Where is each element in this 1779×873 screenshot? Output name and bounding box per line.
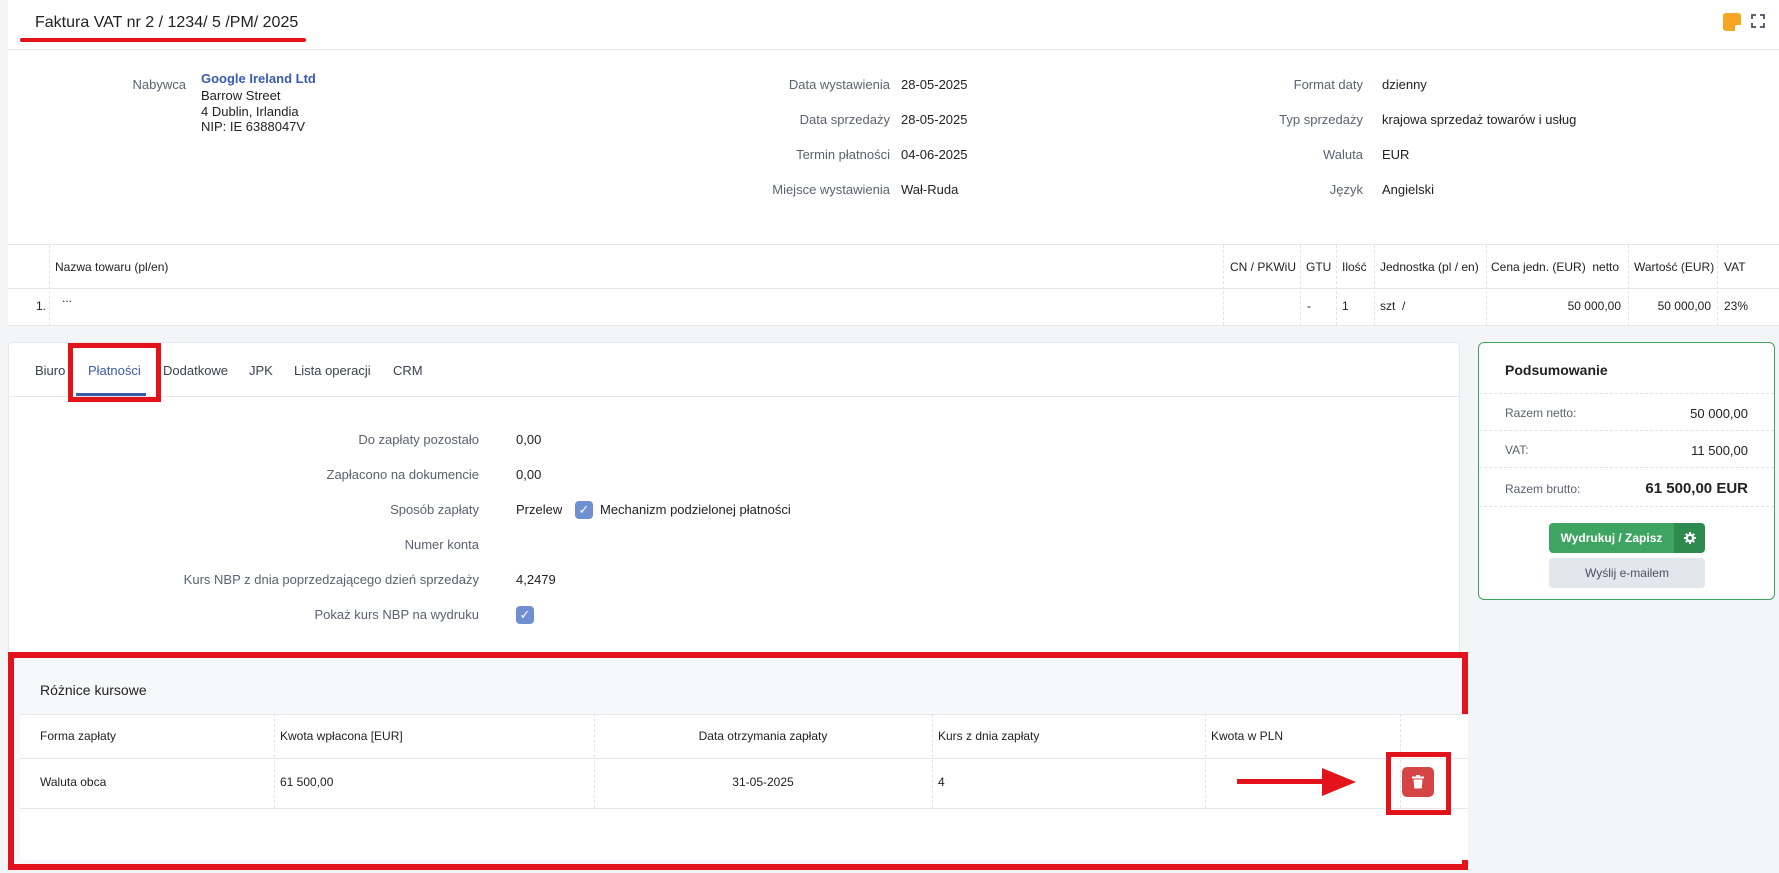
delete-row-button[interactable] (1402, 767, 1434, 797)
nbp-rate-value[interactable]: 4,2479 (516, 572, 556, 587)
invoice-header: Faktura VAT nr 2 / 1234/ 5 /PM/ 2025 (8, 0, 1779, 50)
fx-col-pln-header: Kwota w PLN (1211, 729, 1284, 743)
item-unit-cell[interactable]: szt / (1380, 299, 1405, 313)
remaining-value: 0,00 (516, 432, 542, 447)
exchange-differences-title: Różnice kursowe (40, 682, 147, 698)
tab-dodatkowe[interactable]: Dodatkowe (163, 363, 228, 378)
show-nbp-checkbox[interactable]: ✓ (516, 606, 534, 624)
vat-total-label: VAT: (1505, 443, 1529, 457)
account-number-label: Numer konta (404, 537, 479, 552)
summary-title: Podsumowanie (1505, 362, 1608, 378)
fx-row-form[interactable]: Waluta obca (40, 775, 106, 789)
item-vat-cell[interactable]: 23% (1724, 299, 1748, 313)
sale-date-value[interactable]: 28-05-2025 (901, 112, 968, 127)
issue-place-label: Miejsce wystawienia (772, 182, 890, 197)
col-gtu-header: GTU (1306, 260, 1332, 274)
send-email-button[interactable]: Wyślij e-mailem (1549, 558, 1705, 588)
col-value-header: Wartość (EUR) (1634, 260, 1715, 274)
col-vat-header: VAT (1724, 260, 1746, 274)
col-qty-header: Ilość (1342, 260, 1367, 274)
tab-jpk[interactable]: JPK (249, 363, 273, 378)
col-name-header: Nazwa towaru (pl/en) (55, 260, 169, 274)
remaining-label: Do zapłaty pozostało (358, 432, 479, 447)
buyer-label: Nabywca (132, 77, 186, 92)
due-date-label: Termin płatności (796, 147, 890, 162)
language-value[interactable]: Angielski (1382, 182, 1434, 197)
print-save-button[interactable]: Wydrukuj / Zapisz (1549, 523, 1674, 553)
buyer-nip: NIP: IE 6388047V (201, 119, 306, 134)
items-table: Nazwa towaru (pl/en) CN / PKWiU GTU Iloś… (8, 244, 1779, 326)
date-format-label: Format daty (1293, 77, 1363, 92)
sticky-note-icon[interactable] (1723, 13, 1741, 31)
date-format-value[interactable]: dzienny (1382, 77, 1427, 92)
buyer-city: 4 Dublin, Irlandia (201, 104, 299, 119)
fx-row-date[interactable]: 31-05-2025 (594, 775, 932, 789)
col-cn-header: CN / PKWiU (1230, 260, 1296, 274)
tab-crm[interactable]: CRM (393, 363, 423, 378)
gross-total-label: Razem brutto: (1505, 482, 1581, 496)
show-nbp-label: Pokaż kurs NBP na wydruku (314, 607, 480, 622)
net-total-value: 50 000,00 (1690, 406, 1748, 421)
split-payment-checkbox[interactable]: ✓ (575, 501, 593, 519)
sale-date-label: Data sprzedaży (799, 112, 890, 127)
item-value-cell: 50 000,00 (1657, 299, 1711, 313)
fx-col-form-header: Forma zapłaty (40, 729, 117, 743)
col-price-header: Cena jedn. (EUR) netto (1491, 260, 1620, 274)
paid-label: Zapłacono na dokumencie (326, 467, 480, 482)
summary-panel: Podsumowanie Razem netto: 50 000,00 VAT:… (1478, 342, 1775, 600)
item-name-cell[interactable]: ... (62, 291, 72, 305)
due-date-value[interactable]: 04-06-2025 (901, 147, 968, 162)
annotation-arrow-head (1322, 768, 1356, 796)
row-number: 1. (36, 299, 47, 313)
tab-biuro[interactable]: Biuro (35, 363, 65, 378)
tab-annotation-box (68, 343, 161, 402)
print-settings-button[interactable] (1674, 523, 1705, 553)
trash-icon (1412, 775, 1424, 789)
fx-col-date-header: Data otrzymania zapłaty (698, 729, 828, 743)
item-gtu-cell[interactable]: - (1307, 299, 1311, 313)
fx-col-amount-header: Kwota wpłacona [EUR] (280, 729, 403, 743)
col-unit-header: Jednostka (pl / en) (1380, 260, 1479, 274)
fx-row-amount[interactable]: 61 500,00 (280, 775, 333, 789)
nbp-rate-label: Kurs NBP z dnia poprzedzającego dzień sp… (183, 572, 479, 587)
fx-row-rate[interactable]: 4 (938, 775, 945, 789)
exchange-differences-table: Forma zapłaty Kwota wpłacona [EUR] Data … (20, 714, 1468, 860)
issue-place-value[interactable]: Wał-Ruda (901, 182, 958, 197)
sale-type-label: Typ sprzedaży (1279, 112, 1363, 127)
fx-col-rate-header: Kurs z dnia zapłaty (938, 729, 1040, 743)
language-label: Język (1329, 182, 1363, 197)
invoice-info: Nabywca Google Ireland Ltd Barrow Street… (8, 50, 1779, 245)
tab-bar: Biuro Płatności Dodatkowe JPK Lista oper… (9, 343, 1459, 402)
buyer-name-link[interactable]: Google Ireland Ltd (201, 71, 316, 86)
gear-icon (1683, 532, 1696, 544)
payment-method-label: Sposób zapłaty (390, 502, 479, 517)
issue-date-label: Data wystawienia (788, 77, 890, 92)
buyer-street: Barrow Street (201, 88, 281, 103)
item-price-cell[interactable]: 50 000,00 (1491, 299, 1621, 313)
payment-method-value[interactable]: Przelew (516, 502, 562, 517)
issue-date-value[interactable]: 28-05-2025 (901, 77, 968, 92)
expand-icon[interactable] (1751, 14, 1765, 28)
tab-lista-operacji[interactable]: Lista operacji (294, 363, 371, 378)
paid-value[interactable]: 0,00 (516, 467, 541, 482)
gross-total-value: 61 500,00 EUR (1645, 480, 1748, 497)
sale-type-value[interactable]: krajowa sprzedaż towarów i usług (1382, 112, 1576, 127)
title-annotation-underline (20, 38, 306, 42)
exchange-differences-section: Różnice kursowe Forma zapłaty Kwota wpła… (8, 652, 1468, 870)
currency-value[interactable]: EUR (1382, 147, 1409, 162)
net-total-label: Razem netto: (1505, 406, 1577, 420)
item-qty-cell[interactable]: 1 (1342, 299, 1349, 313)
currency-label: Waluta (1323, 147, 1363, 162)
split-payment-label: Mechanizm podzielonej płatności (600, 502, 791, 517)
vat-total-value: 11 500,00 (1691, 443, 1748, 458)
page-title: Faktura VAT nr 2 / 1234/ 5 /PM/ 2025 (35, 14, 299, 31)
